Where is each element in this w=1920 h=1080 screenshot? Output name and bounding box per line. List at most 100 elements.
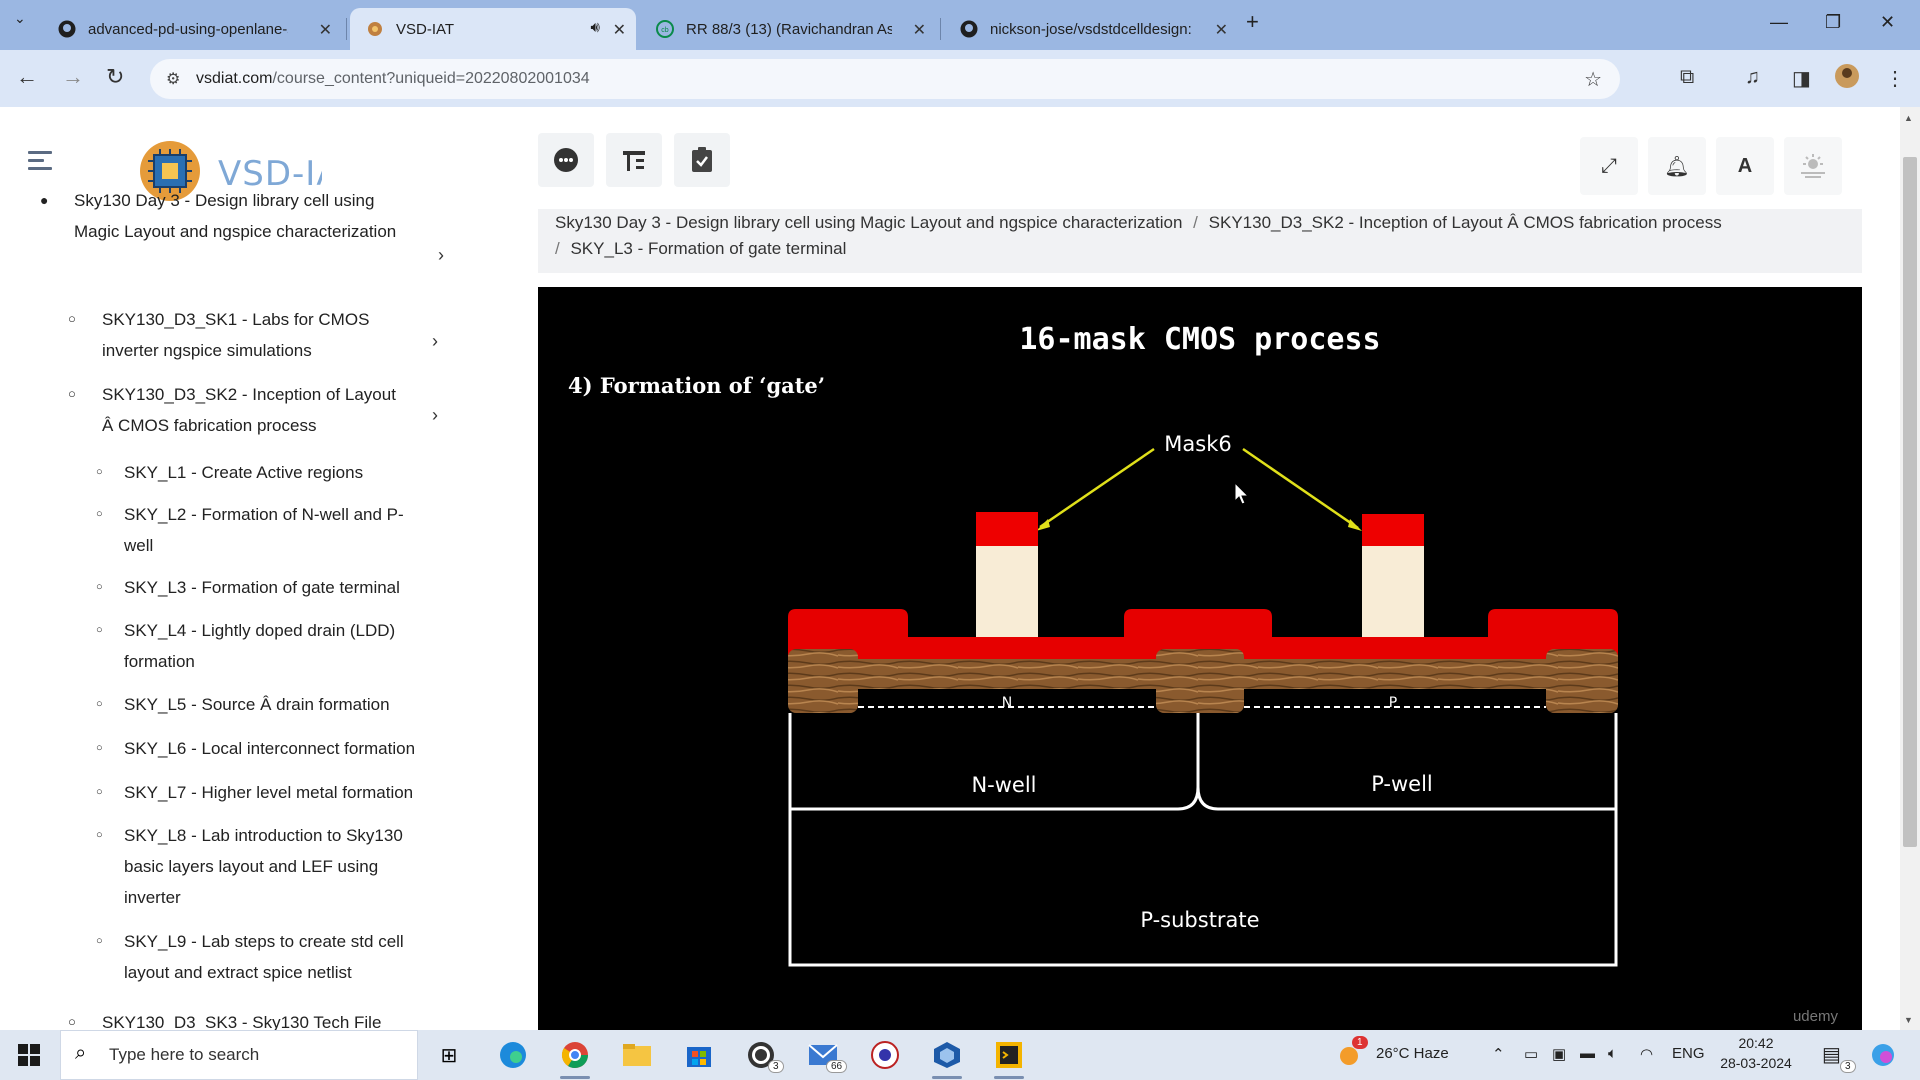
wifi-icon[interactable]: ◠ <box>1640 1045 1653 1063</box>
small-circle-icon: ○ <box>96 466 103 478</box>
minimize-button[interactable]: — <box>1770 12 1788 33</box>
meet-now-icon[interactable]: ▭ <box>1524 1045 1538 1063</box>
scroll-thumb[interactable] <box>1903 157 1917 847</box>
sidebar-item-l2[interactable]: ○ SKY_L2 - Formation of N-well and P- we… <box>96 499 446 561</box>
forward-button[interactable]: → <box>62 64 84 90</box>
sidebar-item-label: SKY130_D3_SK1 - Labs for CMOS <box>102 310 370 329</box>
page-content: VSD-IAT ● Sky130 Day 3 - Design library … <box>0 107 1920 1030</box>
sidebar-item-l6[interactable]: ○ SKY_L6 - Local interconnect formation <box>96 733 446 764</box>
side-panel-icon[interactable]: ◨ <box>1792 66 1811 91</box>
close-icon[interactable]: ✕ <box>913 20 926 40</box>
n-label: N <box>1002 695 1012 711</box>
nwell-label: N-well <box>971 773 1036 797</box>
breadcrumb-link-sk2[interactable]: SKY130_D3_SK2 - Inception of Layout Â CM… <box>1209 213 1722 232</box>
tab-strip: ⌄ advanced-pd-using-openlane-s ✕ VSD-IAT… <box>0 0 1920 50</box>
file-explorer-icon[interactable] <box>620 1038 654 1072</box>
terminal-app-icon[interactable] <box>992 1038 1026 1072</box>
chevron-right-icon[interactable]: › <box>432 405 438 426</box>
site-info-icon[interactable]: ⚙ <box>166 69 180 89</box>
small-circle-icon: ○ <box>96 508 103 520</box>
edge-icon[interactable] <box>496 1038 530 1072</box>
sidebar-item-sk1[interactable]: ○ SKY130_D3_SK1 - Labs for CMOS inverter… <box>68 304 428 366</box>
notifications-button[interactable]: 🔔︎ <box>1648 137 1706 195</box>
sidebar-item-label: Â CMOS fabrication process <box>102 416 317 435</box>
clock[interactable]: 20:42 28-03-2024 <box>1720 1033 1792 1073</box>
sidebar-item-l9[interactable]: ○ SKY_L9 - Lab steps to create std cell … <box>96 926 446 988</box>
close-icon[interactable]: ✕ <box>1215 20 1228 40</box>
udemy-watermark: udemy <box>1793 1008 1839 1025</box>
taskbar-search[interactable]: ⌕ Type here to search <box>60 1030 418 1080</box>
chevron-up-icon[interactable]: ⌃ <box>1492 1045 1505 1063</box>
chrome-menu-icon[interactable]: ⋮ <box>1885 66 1905 91</box>
close-window-button[interactable]: ✕ <box>1880 12 1895 33</box>
address-bar[interactable]: ⚙ vsdiat.com/course_content?uniqueid=202… <box>150 59 1620 99</box>
copilot-icon[interactable] <box>1866 1038 1900 1072</box>
sidebar-item-day3[interactable]: ● Sky130 Day 3 - Design library cell usi… <box>40 185 420 247</box>
sidebar-item-l4[interactable]: ○ SKY_L4 - Lightly doped drain (LDD) for… <box>96 615 446 677</box>
github-icon <box>58 20 76 38</box>
battery-icon[interactable]: ▬ <box>1580 1045 1595 1062</box>
chevron-right-icon[interactable]: › <box>438 245 444 266</box>
sidebar-item-l1[interactable]: ○ SKY_L1 - Create Active regions <box>96 457 446 488</box>
page-scrollbar[interactable]: ▲ ▼ <box>1900 107 1920 1030</box>
breadcrumb: Sky130 Day 3 - Design library cell using… <box>538 209 1862 273</box>
theme-toggle-button[interactable] <box>1784 137 1842 195</box>
sidebar-item-l5[interactable]: ○ SKY_L5 - Source Â drain formation <box>96 689 446 720</box>
course-structure-button[interactable] <box>606 133 662 187</box>
weather-text[interactable]: 26°C Haze <box>1376 1045 1449 1062</box>
menu-toggle-icon[interactable] <box>28 151 52 175</box>
back-button[interactable]: ← <box>16 64 38 90</box>
tab-search-chevron-icon[interactable]: ⌄ <box>14 10 26 27</box>
notification-center-icon[interactable]: ▤ <box>1822 1042 1841 1067</box>
restore-button[interactable]: ❐ <box>1825 12 1841 33</box>
tab-github-openlane[interactable]: advanced-pd-using-openlane-s ✕ <box>42 8 342 50</box>
profile-avatar[interactable] <box>1834 63 1860 95</box>
new-tab-button[interactable]: + <box>1246 9 1259 35</box>
search-icon: ⌕ <box>75 1042 87 1064</box>
sidebar-item-sk2[interactable]: ○ SKY130_D3_SK2 - Inception of Layout Â … <box>68 379 428 441</box>
close-icon[interactable]: ✕ <box>319 20 332 40</box>
close-icon[interactable]: ✕ <box>613 20 626 40</box>
windows-start-icon[interactable] <box>18 1044 40 1071</box>
volume-icon[interactable]: 🔈︎ <box>1608 1045 1617 1062</box>
sidebar-item-l7[interactable]: ○ SKY_L7 - Higher level metal formation <box>96 777 446 808</box>
tab-github-nickson[interactable]: nickson-jose/vsdstdcelldesign: ✕ <box>944 8 1238 50</box>
chat-button[interactable] <box>538 133 594 187</box>
task-view-icon[interactable]: ⊞ <box>432 1038 466 1072</box>
tab-label: nickson-jose/vsdstdcelldesign: <box>990 20 1192 38</box>
url-text[interactable]: vsdiat.com/course_content?uniqueid=20220… <box>196 70 590 88</box>
clock-time: 20:42 <box>1738 1035 1774 1051</box>
chrome-icon[interactable] <box>558 1038 592 1072</box>
app-emblem-icon[interactable] <box>868 1038 902 1072</box>
sidebar-item-l3[interactable]: ○ SKY_L3 - Formation of gate terminal <box>96 572 446 603</box>
language-indicator[interactable]: ENG <box>1672 1045 1705 1062</box>
sidebar-item-label: SKY_L5 - Source Â drain formation <box>124 695 390 714</box>
breadcrumb-separator: / <box>555 239 560 258</box>
reload-button[interactable]: ↻ <box>106 64 124 90</box>
store-icon[interactable] <box>682 1038 716 1072</box>
font-size-button[interactable]: A <box>1716 137 1774 195</box>
sti-right <box>1546 649 1618 713</box>
virtualbox-icon[interactable] <box>930 1038 964 1072</box>
sidebar-item-sk3[interactable]: ○ SKY130_D3_SK3 - Sky130 Tech File <box>68 1007 428 1030</box>
chevron-right-icon[interactable]: › <box>432 331 438 352</box>
sti-mid <box>1156 649 1244 713</box>
clipboard-button[interactable] <box>674 133 730 187</box>
tab-vsd-iat[interactable]: VSD-IAT 🔊︎ ✕ <box>350 8 636 50</box>
display-icon[interactable]: ▣ <box>1552 1045 1566 1063</box>
media-control-icon[interactable]: ♫ <box>1745 66 1760 89</box>
breadcrumb-current: SKY_L3 - Formation of gate terminal <box>570 239 847 258</box>
course-sidebar: VSD-IAT ● Sky130 Day 3 - Design library … <box>0 107 500 1030</box>
gate-mask-p <box>1362 514 1424 546</box>
fullscreen-button[interactable]: ⤢ <box>1580 137 1638 195</box>
extensions-icon[interactable]: ⧉ <box>1680 66 1694 89</box>
tab-cb-rr[interactable]: cb RR 88/3 (13) (Ravichandran Ash ✕ <box>640 8 936 50</box>
breadcrumb-link-day3[interactable]: Sky130 Day 3 - Design library cell using… <box>555 213 1182 232</box>
speaker-icon[interactable]: 🔊︎ <box>591 19 600 36</box>
sidebar-item-label: SKY130_D3_SK3 - Sky130 Tech File <box>102 1013 382 1030</box>
sidebar-item-l8[interactable]: ○ SKY_L8 - Lab introduction to Sky130 ba… <box>96 820 446 913</box>
sidebar-item-label: SKY_L3 - Formation of gate terminal <box>124 578 400 597</box>
video-player[interactable]: 16-mask CMOS process 4) Formation of ‘ga… <box>538 287 1862 1030</box>
bookmark-star-icon[interactable]: ☆ <box>1584 67 1602 92</box>
sidebar-item-label: well <box>124 536 154 555</box>
